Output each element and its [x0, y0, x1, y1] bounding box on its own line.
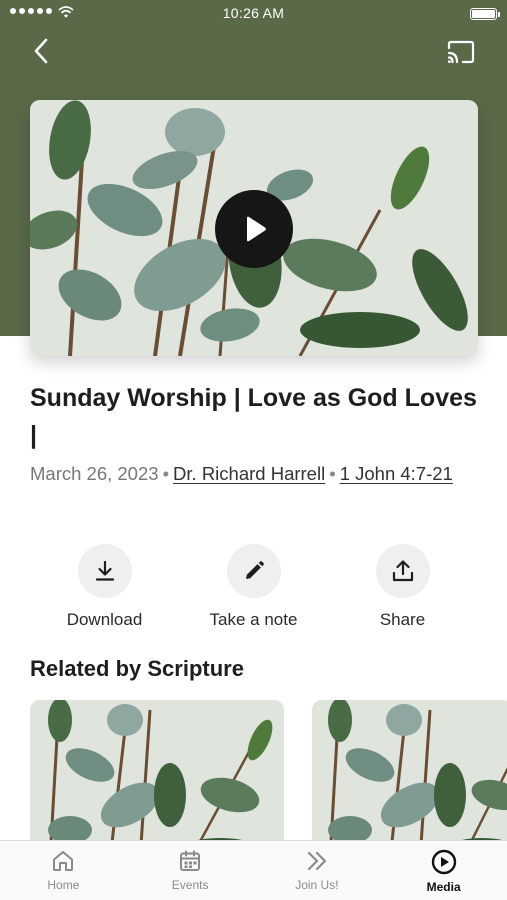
- tab-join-us[interactable]: Join Us!: [254, 841, 381, 900]
- share-icon: [392, 560, 413, 582]
- play-icon: [247, 216, 266, 242]
- sermon-title: Sunday Worship | Love as God Loves |: [30, 384, 477, 449]
- plant-thumbnail-image: [312, 700, 507, 860]
- tab-media[interactable]: Media: [380, 841, 507, 900]
- take-note-label: Take a note: [209, 610, 298, 629]
- plant-thumbnail-image: [30, 700, 284, 860]
- tab-join-us-label: Join Us!: [295, 878, 339, 892]
- pencil-icon: [245, 561, 264, 579]
- speaker-link[interactable]: Dr. Richard Harrell: [173, 463, 325, 484]
- sermon-date: March 26, 2023: [30, 463, 159, 484]
- download-button[interactable]: Download: [30, 544, 179, 630]
- related-media-card[interactable]: [312, 700, 507, 860]
- chevron-left-icon: [34, 38, 48, 64]
- meta-separator: •: [329, 463, 336, 484]
- battery-icon: [470, 8, 500, 20]
- share-label: Share: [379, 610, 426, 629]
- status-time: 10:26 AM: [222, 5, 285, 21]
- related-media-card[interactable]: [30, 700, 284, 860]
- scripture-link[interactable]: 1 John 4:7-21: [340, 463, 453, 484]
- sermon-meta: March 26, 2023 • Dr. Richard Harrell • 1 Joh…: [30, 460, 480, 488]
- take-note-circle: [226, 544, 281, 598]
- home-icon: [53, 851, 74, 871]
- download-label: Download: [66, 610, 143, 629]
- share-circle: [375, 544, 430, 598]
- calendar-icon: [180, 850, 201, 871]
- download-icon: [95, 560, 114, 581]
- tab-bar: Home Events Join Us! Media: [0, 840, 507, 900]
- share-button[interactable]: Share: [328, 544, 477, 630]
- take-note-button[interactable]: Take a note: [179, 544, 328, 630]
- related-section-title: Related by Scripture: [30, 656, 244, 681]
- tab-events-label: Events: [171, 878, 209, 892]
- tab-home-label: Home: [47, 878, 80, 892]
- play-circle-icon: [431, 849, 456, 875]
- status-bar: 10:26 AM: [0, 0, 507, 28]
- tab-home[interactable]: Home: [0, 841, 127, 900]
- double-chevron-icon: [307, 851, 326, 871]
- tab-media-label: Media: [426, 880, 461, 894]
- cast-icon: [447, 40, 475, 64]
- download-circle: [77, 544, 132, 598]
- play-button[interactable]: [215, 190, 293, 268]
- tab-events[interactable]: Events: [127, 841, 254, 900]
- meta-separator: •: [162, 463, 170, 484]
- back-button[interactable]: [26, 36, 56, 66]
- cast-button[interactable]: [445, 38, 477, 66]
- action-row: Download Take a note Share: [30, 544, 477, 630]
